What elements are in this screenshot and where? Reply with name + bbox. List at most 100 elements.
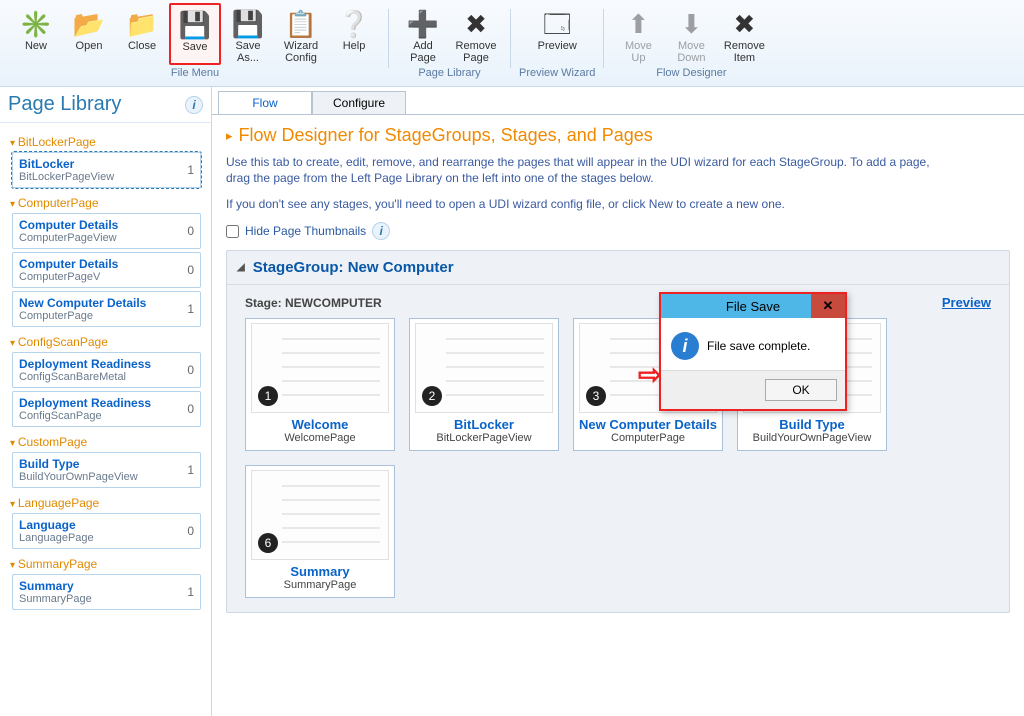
library-item[interactable]: Deployment ReadinessConfigScanPage0 bbox=[12, 391, 201, 427]
library-item-sub: ComputerPageView bbox=[19, 232, 194, 244]
library-item-sub: BuildYourOwnPageView bbox=[19, 471, 194, 483]
ribbon-group: ✳️New📂Open📁Close💾Save💾Save As...📋Wizard … bbox=[6, 3, 384, 86]
stage-card[interactable]: 6 SummarySummaryPage bbox=[245, 465, 395, 598]
card-thumbnail: 1 bbox=[251, 323, 389, 413]
wconfig-button[interactable]: 📋Wizard Config bbox=[275, 3, 327, 65]
info-icon[interactable]: i bbox=[372, 222, 390, 240]
addpage-button[interactable]: ➕Add Page bbox=[397, 3, 449, 65]
library-category[interactable]: ConfigScanPage bbox=[10, 335, 211, 349]
card-thumbnail: 6 bbox=[251, 470, 389, 560]
library-item[interactable]: New Computer DetailsComputerPage1 bbox=[12, 291, 201, 327]
card-title: Welcome bbox=[292, 417, 349, 432]
ribbon-button-label: Help bbox=[343, 40, 366, 52]
removepage-icon: ✖ bbox=[460, 8, 492, 40]
close-button[interactable]: 📁Close bbox=[116, 3, 168, 65]
hide-thumbs-row: Hide Page Thumbnails i bbox=[226, 222, 1010, 240]
ok-button[interactable]: OK bbox=[765, 379, 837, 401]
stage-group-title: StageGroup: New Computer bbox=[253, 259, 454, 276]
stage-cards: 1WelcomeWelcomePage2BitLockerBitLockerPa… bbox=[245, 318, 991, 598]
ribbon-group-caption: Preview Wizard bbox=[519, 67, 595, 79]
page-library-list[interactable]: BitLockerPageBitLockerBitLockerPageView1… bbox=[0, 123, 211, 716]
ribbon-group-caption: File Menu bbox=[171, 67, 219, 79]
removeitem-button[interactable]: ✖Remove Item bbox=[718, 3, 770, 65]
dialog-titlebar[interactable]: File Save ✕ bbox=[661, 294, 845, 318]
library-item-title: Computer Details bbox=[19, 218, 194, 232]
stage-card[interactable]: 1WelcomeWelcomePage bbox=[245, 318, 395, 451]
removepage-button[interactable]: ✖Remove Page bbox=[450, 3, 502, 65]
library-item-count: 0 bbox=[187, 402, 194, 416]
card-number-badge: 3 bbox=[586, 386, 606, 406]
library-item[interactable]: BitLockerBitLockerPageView1 bbox=[12, 152, 201, 188]
new-button[interactable]: ✳️New bbox=[10, 3, 62, 65]
library-item-title: Build Type bbox=[19, 457, 194, 471]
addpage-icon: ➕ bbox=[407, 8, 439, 40]
stage-group-header[interactable]: StageGroup: New Computer bbox=[227, 251, 1009, 285]
tab-strip: FlowConfigure bbox=[218, 91, 1024, 115]
help-icon: ❔ bbox=[338, 8, 370, 40]
close-icon[interactable]: ✕ bbox=[811, 294, 845, 318]
library-item-title: Deployment Readiness bbox=[19, 396, 194, 410]
open-button[interactable]: 📂Open bbox=[63, 3, 115, 65]
page-library-title: Page Library bbox=[8, 93, 121, 116]
page-library-header: Page Library i bbox=[0, 87, 211, 123]
flow-desc-2: If you don't see any stages, you'll need… bbox=[226, 196, 946, 212]
library-item-count: 1 bbox=[187, 585, 194, 599]
ribbon-button-label: Save bbox=[182, 41, 207, 53]
hide-thumbs-checkbox[interactable] bbox=[226, 225, 239, 238]
movedown-icon: ⬇ bbox=[675, 8, 707, 40]
info-icon[interactable]: i bbox=[185, 96, 203, 114]
ribbon-button-label: Close bbox=[128, 40, 156, 52]
card-title: Summary bbox=[290, 564, 349, 579]
card-sub: SummaryPage bbox=[284, 579, 357, 591]
ribbon-group: ⬆Move Up⬇Move Down✖Remove ItemFlow Desig… bbox=[608, 3, 774, 86]
library-item[interactable]: Deployment ReadinessConfigScanBareMetal0 bbox=[12, 352, 201, 388]
help-button[interactable]: ❔Help bbox=[328, 3, 380, 65]
library-item-count: 0 bbox=[187, 524, 194, 538]
preview-button[interactable]: 🗔Preview bbox=[531, 3, 583, 65]
library-item-title: Summary bbox=[19, 579, 194, 593]
library-item[interactable]: SummarySummaryPage1 bbox=[12, 574, 201, 610]
library-item-sub: BitLockerPageView bbox=[19, 171, 194, 183]
saveas-icon: 💾 bbox=[232, 8, 264, 40]
library-item[interactable]: Computer DetailsComputerPageView0 bbox=[12, 213, 201, 249]
card-title: New Computer Details bbox=[579, 417, 717, 432]
card-number-badge: 2 bbox=[422, 386, 442, 406]
library-item-count: 1 bbox=[187, 463, 194, 477]
library-category[interactable]: LanguagePage bbox=[10, 496, 211, 510]
stage-card[interactable]: 2BitLockerBitLockerPageView bbox=[409, 318, 559, 451]
ribbon-button-label: Move Up bbox=[625, 40, 652, 64]
library-item-title: Language bbox=[19, 518, 194, 532]
stage-group: StageGroup: New Computer Stage: NEWCOMPU… bbox=[226, 250, 1010, 613]
ribbon-button-label: Move Down bbox=[677, 40, 705, 64]
ribbon-button-label: Remove Page bbox=[456, 40, 497, 64]
library-category[interactable]: SummaryPage bbox=[10, 557, 211, 571]
card-title: Build Type bbox=[779, 417, 844, 432]
tab-flow[interactable]: Flow bbox=[218, 91, 312, 115]
library-item-count: 1 bbox=[187, 163, 194, 177]
ribbon-button-label: New bbox=[25, 40, 47, 52]
library-item[interactable]: Build TypeBuildYourOwnPageView1 bbox=[12, 452, 201, 488]
library-item[interactable]: LanguageLanguagePage0 bbox=[12, 513, 201, 549]
saveas-button[interactable]: 💾Save As... bbox=[222, 3, 274, 65]
library-category[interactable]: CustomPage bbox=[10, 435, 211, 449]
tab-configure[interactable]: Configure bbox=[312, 91, 406, 115]
library-item-count: 0 bbox=[187, 363, 194, 377]
preview-link[interactable]: Preview bbox=[942, 295, 991, 310]
library-item-sub: ConfigScanPage bbox=[19, 410, 194, 422]
save-button[interactable]: 💾Save bbox=[169, 3, 221, 65]
flow-pane: Flow Designer for StageGroups, Stages, a… bbox=[212, 114, 1024, 716]
library-item-sub: ComputerPageV bbox=[19, 271, 194, 283]
dialog-message: File save complete. bbox=[707, 339, 810, 353]
ribbon-button-label: Remove Item bbox=[724, 40, 765, 64]
library-category[interactable]: ComputerPage bbox=[10, 196, 211, 210]
ribbon-button-label: Add Page bbox=[410, 40, 436, 64]
library-item[interactable]: Computer DetailsComputerPageV0 bbox=[12, 252, 201, 288]
library-category[interactable]: BitLockerPage bbox=[10, 135, 211, 149]
library-item-sub: ComputerPage bbox=[19, 310, 194, 322]
card-title: BitLocker bbox=[454, 417, 514, 432]
dialog-footer: OK bbox=[661, 370, 845, 409]
stage-label: Stage: NEWCOMPUTER bbox=[245, 296, 382, 310]
ribbon-group-caption: Flow Designer bbox=[656, 67, 726, 79]
dialog-body: i File save complete. bbox=[661, 318, 845, 370]
library-item-title: BitLocker bbox=[19, 157, 194, 171]
